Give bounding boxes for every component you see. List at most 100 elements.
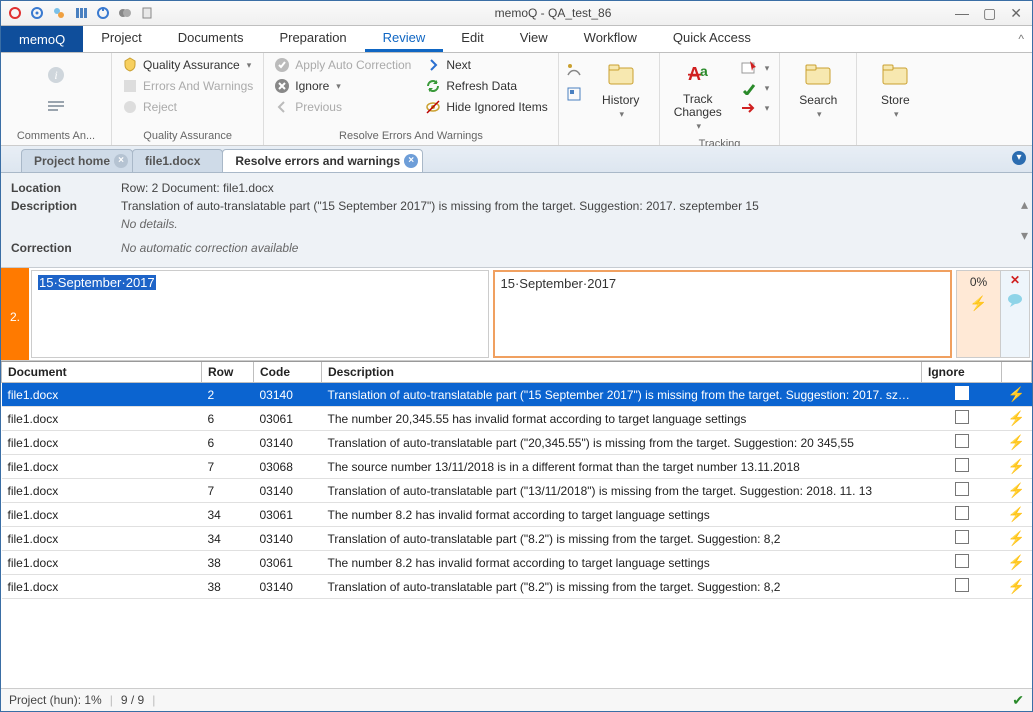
errors-grid[interactable]: Document Row Code Description Ignore fil… <box>1 361 1032 688</box>
lightning-icon[interactable]: ⚡ <box>1008 386 1025 402</box>
errors-warnings-button[interactable]: Errors And Warnings <box>118 76 257 96</box>
history-button[interactable]: History▾ <box>589 55 653 124</box>
lightning-icon[interactable]: ⚡ <box>1008 434 1025 450</box>
lightning-icon[interactable]: ⚡ <box>1008 458 1025 474</box>
comments-list-button[interactable] <box>24 96 88 120</box>
maximize-button[interactable]: ▢ <box>983 5 996 22</box>
table-row[interactable]: file1.docx3403061The number 8.2 has inva… <box>2 503 1032 527</box>
col-action <box>1002 362 1032 383</box>
ignore-checkbox[interactable] <box>955 386 969 400</box>
lightning-icon[interactable]: ⚡ <box>1008 554 1025 570</box>
collapse-ribbon-icon[interactable]: ^ <box>1010 26 1032 52</box>
hide-ignored-button[interactable]: Hide Ignored Items <box>421 97 551 117</box>
seg-comment-icon[interactable] <box>1007 293 1023 307</box>
doc-tabs-menu-icon[interactable]: ▾ <box>1012 151 1026 165</box>
menu-tab-preparation[interactable]: Preparation <box>261 26 364 52</box>
seg-close-icon[interactable]: ✕ <box>1010 273 1020 287</box>
previous-button[interactable]: Previous <box>270 97 415 117</box>
ribbon: i Comments An... Quality Assurance▾ Erro… <box>1 53 1032 146</box>
history-small-icon-2[interactable] <box>565 85 583 103</box>
menu-tab-view[interactable]: View <box>502 26 566 52</box>
menu-tab-documents[interactable]: Documents <box>160 26 262 52</box>
source-text[interactable]: 15·September·2017 <box>31 270 489 358</box>
close-icon[interactable]: × <box>114 154 128 168</box>
menu-tab-project[interactable]: Project <box>83 26 159 52</box>
doc-tab[interactable]: Project home× <box>21 149 133 172</box>
apply-auto-correction-button[interactable]: Apply Auto Correction <box>270 55 415 75</box>
quick-access-toolbar <box>1 5 161 21</box>
ignore-checkbox[interactable] <box>955 578 969 592</box>
ignore-button[interactable]: Ignore▾ <box>270 76 415 96</box>
col-code[interactable]: Code <box>254 362 322 383</box>
status-check-icon: ✔ <box>1012 692 1024 709</box>
table-row[interactable]: file1.docx3803061The number 8.2 has inva… <box>2 551 1032 575</box>
ignore-checkbox[interactable] <box>955 482 969 496</box>
ribbon-group-store <box>863 128 927 145</box>
status-project: Project (hun): 1% <box>9 693 102 707</box>
close-button[interactable]: ✕ <box>1010 5 1022 22</box>
ignore-checkbox[interactable] <box>955 554 969 568</box>
ignore-checkbox[interactable] <box>955 530 969 544</box>
menu-tab-workflow[interactable]: Workflow <box>566 26 655 52</box>
table-row[interactable]: file1.docx603140Translation of auto-tran… <box>2 431 1032 455</box>
target-text[interactable]: 15·September·2017 <box>493 270 953 358</box>
doc-tab[interactable]: file1.docx <box>132 149 223 172</box>
table-row[interactable]: file1.docx3803140Translation of auto-tra… <box>2 575 1032 599</box>
menu-tab-review[interactable]: Review <box>365 26 444 52</box>
col-row[interactable]: Row <box>202 362 254 383</box>
menu-tab-edit[interactable]: Edit <box>443 26 501 52</box>
col-document[interactable]: Document <box>2 362 202 383</box>
col-ignore[interactable]: Ignore <box>922 362 1002 383</box>
col-description[interactable]: Description <box>322 362 922 383</box>
detail-prev-icon[interactable]: ▴ <box>1021 196 1028 213</box>
qat-icon-4[interactable] <box>73 5 89 21</box>
ignore-checkbox[interactable] <box>955 458 969 472</box>
qat-icon-1[interactable] <box>7 5 23 21</box>
ribbon-tabs: memoQ ProjectDocumentsPreparationReviewE… <box>1 25 1032 53</box>
table-row[interactable]: file1.docx3403140Translation of auto-tra… <box>2 527 1032 551</box>
ignore-checkbox[interactable] <box>955 506 969 520</box>
tracking-opt-1[interactable]: ▾ <box>736 59 774 77</box>
ignore-checkbox[interactable] <box>955 410 969 424</box>
qat-icon-2[interactable] <box>29 5 45 21</box>
table-row[interactable]: file1.docx703140Translation of auto-tran… <box>2 479 1032 503</box>
window-title: memoQ - QA_test_86 <box>161 6 945 20</box>
lightning-icon[interactable]: ⚡ <box>1008 482 1025 498</box>
ribbon-group-history <box>565 128 653 145</box>
segment-editor: 2. 15·September·2017 15·September·2017 0… <box>1 268 1032 361</box>
table-row[interactable]: file1.docx603061The number 20,345.55 has… <box>2 407 1032 431</box>
close-icon[interactable]: × <box>404 154 418 168</box>
history-small-icon-1[interactable] <box>565 61 583 79</box>
track-changes-button[interactable]: AaTrack Changes▾ <box>666 55 730 136</box>
lightning-icon[interactable]: ⚡ <box>1008 530 1025 546</box>
status-count: 9 / 9 <box>121 693 144 707</box>
qat-icon-6[interactable] <box>117 5 133 21</box>
quality-assurance-button[interactable]: Quality Assurance▾ <box>118 55 257 75</box>
comments-info-button[interactable]: i <box>24 55 88 95</box>
next-button[interactable]: Next <box>421 55 551 75</box>
lightning-icon[interactable]: ⚡ <box>1008 506 1025 522</box>
tracking-opt-3[interactable]: ▾ <box>736 99 774 117</box>
store-button[interactable]: Store▾ <box>863 55 927 124</box>
search-button[interactable]: Search▾ <box>786 55 850 124</box>
qat-icon-3[interactable] <box>51 5 67 21</box>
doc-tab[interactable]: Resolve errors and warnings× <box>222 149 423 172</box>
document-tabs: Project home×file1.docxResolve errors an… <box>1 146 1032 173</box>
tracking-opt-2[interactable]: ▾ <box>736 79 774 97</box>
qat-icon-5[interactable] <box>95 5 111 21</box>
ribbon-group-qa: Quality Assurance <box>118 128 257 145</box>
table-row[interactable]: file1.docx203140Translation of auto-tran… <box>2 383 1032 407</box>
app-window: memoQ - QA_test_86 — ▢ ✕ memoQ ProjectDo… <box>0 0 1033 712</box>
ribbon-group-comments: Comments An... <box>7 128 105 145</box>
lightning-icon[interactable]: ⚡ <box>1008 578 1025 594</box>
qat-icon-7[interactable] <box>139 5 155 21</box>
menu-tab-quick-access[interactable]: Quick Access <box>655 26 769 52</box>
app-tab[interactable]: memoQ <box>1 26 83 52</box>
ignore-checkbox[interactable] <box>955 434 969 448</box>
refresh-data-button[interactable]: Refresh Data <box>421 76 551 96</box>
detail-next-icon[interactable]: ▾ <box>1021 227 1028 244</box>
lightning-icon[interactable]: ⚡ <box>1008 410 1025 426</box>
table-row[interactable]: file1.docx703068The source number 13/11/… <box>2 455 1032 479</box>
reject-button[interactable]: Reject <box>118 97 257 117</box>
minimize-button[interactable]: — <box>955 5 969 22</box>
